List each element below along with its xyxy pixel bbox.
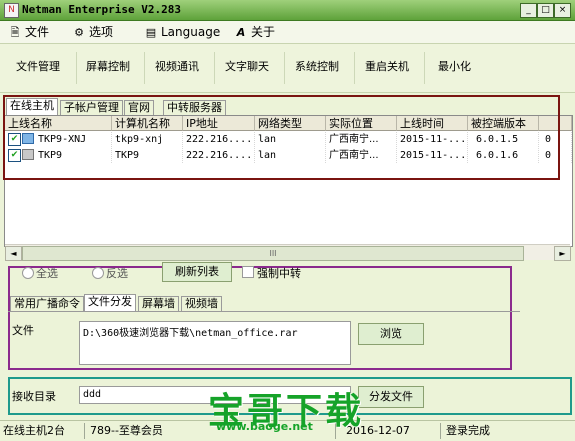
select-all-label: 全选 bbox=[36, 267, 58, 280]
file-label: 文件 bbox=[12, 324, 34, 337]
force-relay-checkbox[interactable] bbox=[242, 266, 254, 278]
receive-dir-label: 接收目录 bbox=[12, 390, 56, 403]
tab-screen-wall[interactable]: 屏幕墙 bbox=[138, 296, 179, 311]
status-account: 789--至尊会员 bbox=[90, 424, 163, 437]
select-all-radio[interactable] bbox=[22, 267, 34, 279]
screen-control-button[interactable]: 屏幕控制 bbox=[78, 50, 138, 84]
refresh-list-button[interactable]: 刷新列表 bbox=[162, 262, 232, 282]
watermark-url: www.baoge.net bbox=[216, 420, 313, 433]
toolbar: 文件管理 屏幕控制 视频通讯 文字聊天 系统控制 重启关机 最小化 bbox=[0, 44, 575, 93]
status-online-count: 在线主机2台 bbox=[3, 424, 65, 437]
options-icon: ⚙ bbox=[74, 26, 84, 39]
restart-shutdown-button[interactable]: 重启关机 bbox=[357, 50, 417, 84]
file-manage-button[interactable]: 文件管理 bbox=[8, 50, 68, 84]
scroll-left-arrow[interactable]: ◄ bbox=[5, 246, 22, 261]
maximize-window-button[interactable]: □ bbox=[537, 3, 554, 18]
status-login: 登录完成 bbox=[446, 424, 490, 437]
force-relay-label: 强制中转 bbox=[257, 267, 301, 280]
menu-language[interactable]: ▤ Language bbox=[144, 24, 220, 40]
menu-about[interactable]: A 关于 bbox=[234, 24, 275, 40]
text-chat-button[interactable]: 文字聊天 bbox=[217, 50, 277, 84]
toolbar-separator bbox=[144, 52, 145, 84]
window-title: Netman Enterprise V2.283 bbox=[22, 3, 181, 16]
menu-about-label: 关于 bbox=[251, 25, 276, 39]
close-window-button[interactable]: × bbox=[554, 3, 571, 18]
menu-file[interactable]: 🗎 文件 bbox=[8, 24, 49, 40]
tab-broadcast-commands[interactable]: 常用广播命令 bbox=[10, 296, 84, 311]
toolbar-separator bbox=[354, 52, 355, 84]
toolbar-separator bbox=[284, 52, 285, 84]
status-separator bbox=[440, 423, 441, 439]
tab-file-distribution[interactable]: 文件分发 bbox=[84, 294, 136, 311]
invert-radio[interactable] bbox=[92, 267, 104, 279]
tab-divider bbox=[8, 311, 520, 312]
distribute-file-button[interactable]: 分发文件 bbox=[358, 386, 424, 408]
scroll-right-arrow[interactable]: ► bbox=[554, 246, 571, 261]
file-path-field[interactable]: D:\360极速浏览器下载\netman_office.rar bbox=[79, 321, 351, 365]
menu-file-label: 文件 bbox=[25, 25, 50, 39]
title-bar: N Netman Enterprise V2.283 _ □ × bbox=[0, 0, 575, 21]
highlight-frame-hosts bbox=[3, 95, 560, 180]
browse-button[interactable]: 浏览 bbox=[358, 323, 424, 345]
minimize-window-button[interactable]: _ bbox=[520, 3, 537, 18]
minimize-app-button[interactable]: 最小化 bbox=[430, 50, 479, 84]
menu-options-label: 选项 bbox=[89, 25, 114, 39]
menu-language-label: Language bbox=[161, 25, 221, 39]
video-comm-button[interactable]: 视频通讯 bbox=[147, 50, 207, 84]
document-icon: 🗎 bbox=[10, 26, 20, 39]
toolbar-separator bbox=[424, 52, 425, 84]
scroll-thumb[interactable]: III bbox=[22, 246, 524, 261]
invert-label: 反选 bbox=[106, 267, 128, 280]
about-icon: A bbox=[236, 26, 246, 39]
language-icon: ▤ bbox=[145, 26, 157, 39]
system-control-button[interactable]: 系统控制 bbox=[287, 50, 347, 84]
status-separator bbox=[84, 423, 85, 439]
menu-options[interactable]: ⚙ 选项 bbox=[72, 24, 113, 40]
app-icon: N bbox=[4, 3, 19, 18]
tab-video-wall[interactable]: 视频墙 bbox=[181, 296, 222, 311]
menu-bar: 🗎 文件 ⚙ 选项 ▤ Language A 关于 bbox=[0, 21, 575, 44]
horizontal-scrollbar[interactable]: ◄ III ► bbox=[5, 244, 571, 261]
toolbar-separator bbox=[76, 52, 77, 84]
toolbar-separator bbox=[214, 52, 215, 84]
